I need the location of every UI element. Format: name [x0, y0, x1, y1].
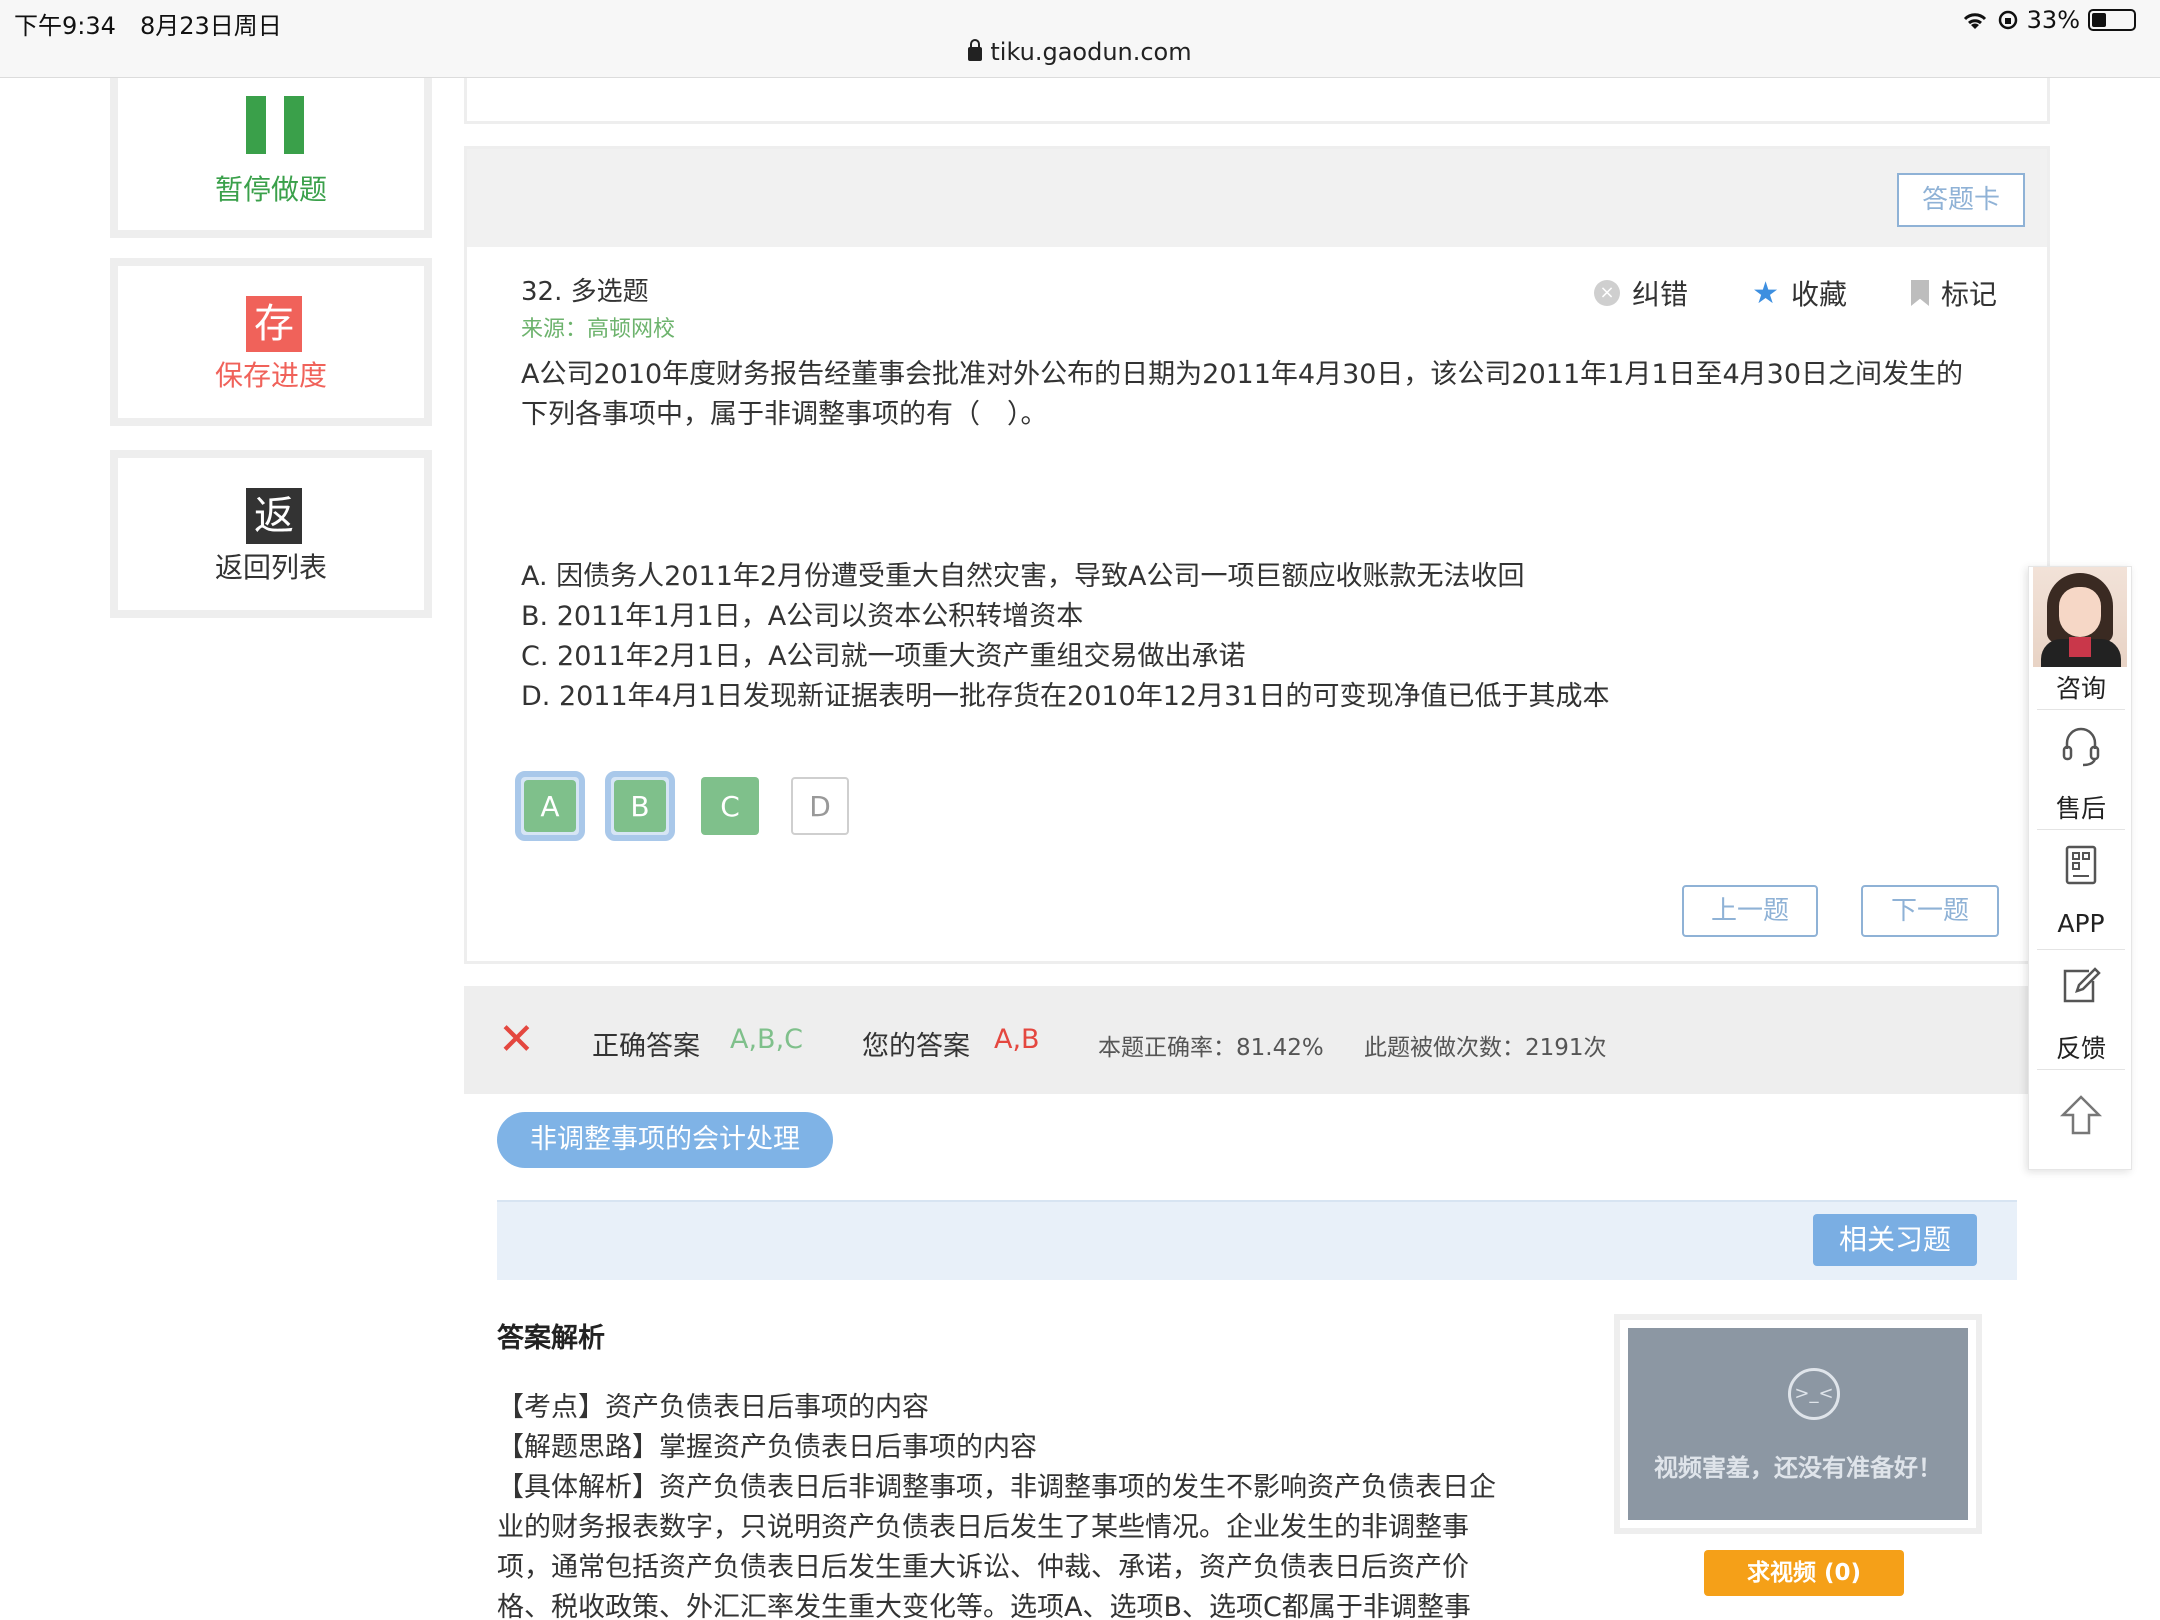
url-text: tiku.gaodun.com	[990, 38, 1192, 66]
mark-label: 标记	[1940, 278, 1997, 311]
question-stem: A公司2010年度财务报告经董事会批准对外公布的日期为2011年4月30日，该公…	[521, 355, 2011, 435]
answer-card-button[interactable]: 答题卡	[1897, 173, 2025, 227]
video-placeholder: >_< 视频害羞，还没有准备好！	[1614, 1314, 1982, 1534]
status-date: 8月23日周日	[140, 12, 282, 40]
lock-icon	[968, 39, 983, 61]
wrong-icon: ✕	[498, 1014, 535, 1065]
save-icon: 存	[246, 296, 302, 352]
close-circle-icon: ×	[1594, 280, 1621, 306]
analysis-line: 【考点】资产负债表日后事项的内容	[497, 1392, 929, 1423]
previous-panel-edge	[464, 78, 2050, 124]
choice-b[interactable]: B	[605, 771, 675, 841]
feedback-button[interactable]: 反馈	[2029, 1029, 2133, 1065]
battery-percent: 33%	[2026, 6, 2080, 34]
correct-answer-value: A,B,C	[730, 1024, 804, 1055]
knowledge-tag[interactable]: 非调整事项的会计处理	[497, 1112, 833, 1168]
related-bar: 相关习题	[497, 1200, 2017, 1280]
analysis-line: 格、税收政策、外汇汇率发生重大变化等。选项A、选项B、选项C都属于非调整事	[497, 1592, 1471, 1620]
choice-a[interactable]: A	[515, 771, 585, 841]
favorite-label: 收藏	[1790, 278, 1847, 311]
analysis-title: 答案解析	[497, 1323, 605, 1354]
app-icon	[2065, 845, 2097, 885]
back-to-top-icon[interactable]	[2059, 1093, 2103, 1137]
video-message: 视频害羞，还没有准备好！	[1654, 1454, 1942, 1482]
back-icon: 返	[246, 488, 302, 544]
back-label: 返回列表	[214, 551, 327, 584]
consultant-avatar[interactable]	[2033, 567, 2127, 667]
star-icon: ★	[1752, 275, 1779, 311]
question-options: A. 因债务人2011年2月份遭受重大自然灾害，导致A公司一项巨额应收账款无法收…	[521, 557, 1609, 717]
status-time: 下午9:34	[14, 12, 116, 40]
question-actions: × 纠错 ★ 收藏 标记	[1594, 273, 1997, 313]
choice-c[interactable]: C	[695, 771, 765, 841]
orientation-lock-icon	[1998, 10, 2017, 30]
pause-icon	[246, 96, 304, 154]
source-label: 来源：	[521, 317, 588, 342]
correct-rate: 本题正确率：81.42%	[1098, 1035, 1324, 1061]
question-title: 32. 多选题	[521, 277, 649, 307]
analysis-text: 【考点】资产负债表日后事项的内容 【解题思路】掌握资产负债表日后事项的内容 【具…	[497, 1388, 1537, 1620]
mark-button[interactable]: 标记	[1910, 273, 1997, 313]
analysis-line: 项，通常包括资产负债表日后发生重大诉讼、仲裁、承诺，资产负债表日后资产价	[497, 1552, 1469, 1583]
question-header: 答题卡	[467, 149, 2047, 247]
correct-answer-label: 正确答案	[592, 1031, 700, 1062]
question-panel: 答题卡 32. 多选题 来源：高顿网校 × 纠错 ★ 收藏 标记 A公司2010年度…	[464, 146, 2050, 964]
app-button[interactable]: APP	[2029, 909, 2133, 938]
save-progress-button[interactable]: 存 保存进度	[110, 258, 432, 426]
attempt-count: 此题被做次数：2191次	[1364, 1035, 1607, 1061]
back-to-list-button[interactable]: 返 返回列表	[110, 450, 432, 618]
consult-button[interactable]: 咨询	[2029, 669, 2133, 705]
related-questions-button[interactable]: 相关习题	[1813, 1214, 1977, 1266]
after-sale-button[interactable]: 售后	[2029, 789, 2133, 825]
battery-icon	[2088, 9, 2136, 31]
analysis-line: 业的财务报表数字，只说明资产负债表日后发生了某些情况。企业发生的非调整事	[497, 1512, 1469, 1543]
status-indicators: 33%	[1961, 6, 2136, 34]
source-name: 高顿网校	[587, 317, 676, 342]
your-answer-value: A,B	[994, 1024, 1040, 1055]
analysis-line: 【具体解析】资产负债表日后非调整事项，非调整事项的发生不影响资产负债表日企	[497, 1472, 1496, 1503]
edit-icon	[2063, 967, 2101, 1003]
option-b-text: B. 2011年1月1日，A公司以资本公积转增资本	[521, 601, 1084, 632]
choice-d[interactable]: D	[785, 771, 855, 841]
stem-line: A公司2010年度财务报告经董事会批准对外公布的日期为2011年4月30日，该公…	[521, 359, 1964, 390]
wifi-icon	[1963, 13, 1986, 29]
analysis-line: 【解题思路】掌握资产负债表日后事项的内容	[497, 1432, 1037, 1463]
option-d-text: D. 2011年4月1日发现新证据表明一批存货在2010年12月31日的可变现净…	[521, 681, 1610, 712]
favorite-button[interactable]: ★ 收藏	[1752, 273, 1847, 313]
result-bar: ✕ 正确答案 A,B,C 您的答案 A,B 本题正确率：81.42% 此题被做次…	[464, 986, 2050, 1094]
option-c-text: C. 2011年2月1日，A公司就一项重大资产重组交易做出承诺	[521, 641, 1246, 672]
pause-button[interactable]: 暂停做题	[110, 78, 432, 238]
report-error-button[interactable]: × 纠错	[1594, 273, 1688, 313]
bookmark-icon	[1910, 280, 1929, 306]
question-source: 来源：高顿网校	[521, 311, 675, 343]
address-bar[interactable]: tiku.gaodun.com	[0, 38, 2160, 66]
headset-icon	[2062, 727, 2100, 767]
save-label: 保存进度	[214, 359, 327, 392]
next-question-button[interactable]: 下一题	[1861, 885, 1999, 937]
request-video-button[interactable]: 求视频 (0)	[1704, 1550, 1904, 1596]
your-answer-label: 您的答案	[862, 1031, 970, 1062]
option-a-text: A. 因债务人2011年2月份遭受重大自然灾害，导致A公司一项巨额应收账款无法收…	[521, 561, 1525, 592]
stem-line: 下列各事项中，属于非调整事项的有（ ）。	[521, 399, 1048, 430]
report-error-label: 纠错	[1632, 278, 1689, 311]
choice-buttons: A B C D	[515, 771, 855, 841]
prev-question-button[interactable]: 上一题	[1682, 885, 1818, 937]
float-toolbar: 咨询 售后 APP 反馈	[2028, 566, 2132, 1170]
browser-status-bar: 下午9:34 8月23日周日 33% tiku.gaodun.com	[0, 0, 2160, 78]
pause-label: 暂停做题	[214, 173, 327, 206]
shy-face-icon: >_<	[1788, 1368, 1840, 1420]
